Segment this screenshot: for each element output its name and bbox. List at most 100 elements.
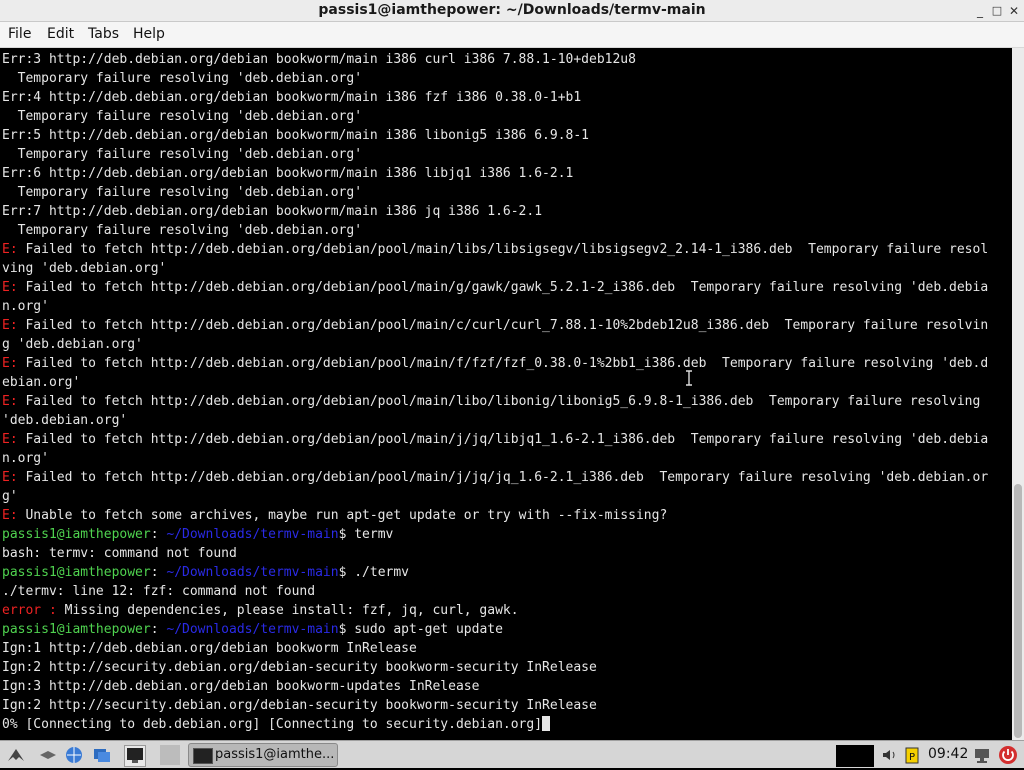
terminal-text: g' xyxy=(2,489,18,504)
terminal-text: $ sudo apt-get update xyxy=(338,622,503,637)
error-prefix: error : xyxy=(2,603,57,618)
terminal-text: 'deb.debian.org' xyxy=(2,413,128,428)
minimize-button[interactable]: _ xyxy=(972,3,988,19)
terminal-text: bash: termv: command not found xyxy=(2,546,237,561)
window-titlebar[interactable]: passis1@iamthepower: ~/Downloads/termv-m… xyxy=(0,0,1024,22)
terminal-text: Failed to fetch http://deb.debian.org/de… xyxy=(17,318,989,333)
terminal-line: g 'deb.debian.org' xyxy=(2,335,143,354)
terminal-line: Ign:2 http://security.debian.org/debian-… xyxy=(2,658,597,677)
terminal-text: Err:3 http://deb.debian.org/debian bookw… xyxy=(2,52,636,67)
terminal-text: Temporary failure resolving 'deb.debian.… xyxy=(2,223,363,238)
terminal-line: Err:3 http://deb.debian.org/debian bookw… xyxy=(2,50,636,69)
terminal-line: Err:4 http://deb.debian.org/debian bookw… xyxy=(2,88,581,107)
terminal-line: passis1@iamthepower: ~/Downloads/termv-m… xyxy=(2,525,393,544)
svg-text:P: P xyxy=(909,752,915,763)
terminal-window-icon xyxy=(193,748,213,764)
terminal-line: Temporary failure resolving 'deb.debian.… xyxy=(2,145,362,164)
prompt-user: passis1@iamthepower xyxy=(2,622,151,637)
terminal-text: $ termv xyxy=(338,527,394,542)
terminal-line: ./termv: line 12: fzf: command not found xyxy=(2,582,315,601)
menu-edit[interactable]: Edit xyxy=(47,26,74,42)
menubar: File Edit Tabs Help xyxy=(0,22,1024,48)
terminal-line: ving 'deb.debian.org' xyxy=(2,259,166,278)
terminal-line: E: Failed to fetch http://deb.debian.org… xyxy=(2,468,988,487)
scrollbar-thumb[interactable] xyxy=(1014,484,1022,738)
terminal-text: Temporary failure resolving 'deb.debian.… xyxy=(2,109,363,124)
error-prefix: E: xyxy=(2,280,18,295)
start-menu-icon[interactable] xyxy=(6,745,26,765)
taskbar-window-terminal[interactable]: passis1@iamthe... xyxy=(188,743,338,767)
taskbar: passis1@iamthe... P 09:42 xyxy=(0,740,1024,768)
terminal-text: Ign:2 http://security.debian.org/debian-… xyxy=(2,698,597,713)
terminal-text: Failed to fetch http://deb.debian.org/de… xyxy=(17,356,989,371)
terminal-line: error : Missing dependencies, please ins… xyxy=(2,601,519,620)
terminal-text: ./termv: line 12: fzf: command not found xyxy=(2,584,316,599)
terminal-output[interactable]: Err:3 http://deb.debian.org/debian bookw… xyxy=(0,48,1012,740)
terminal-line: passis1@iamthepower: ~/Downloads/termv-m… xyxy=(2,620,503,639)
window-title: passis1@iamthepower: ~/Downloads/termv-m… xyxy=(318,2,706,18)
terminal-line: bash: termv: command not found xyxy=(2,544,237,563)
terminal-text: 0% [Connecting to deb.debian.org] [Conne… xyxy=(2,717,543,732)
terminal-line: E: Failed to fetch http://deb.debian.org… xyxy=(2,278,988,297)
terminal-text: Failed to fetch http://deb.debian.org/de… xyxy=(17,394,981,409)
terminal-line: E: Unable to fetch some archives, maybe … xyxy=(2,506,667,525)
terminal-text: n.org' xyxy=(2,299,49,314)
terminal-text: Ign:1 http://deb.debian.org/debian bookw… xyxy=(2,641,417,656)
terminal-text: Failed to fetch http://deb.debian.org/de… xyxy=(17,242,989,257)
terminal-text: : xyxy=(150,527,167,542)
terminal-line: 0% [Connecting to deb.debian.org] [Conne… xyxy=(2,715,551,734)
file-manager-icon[interactable] xyxy=(92,745,112,765)
prompt-user: passis1@iamthepower xyxy=(2,565,151,580)
terminal-text: Missing dependencies, please install: fz… xyxy=(56,603,519,618)
workspace-switcher[interactable] xyxy=(160,745,180,765)
clipboard-icon[interactable]: P xyxy=(902,745,922,765)
error-prefix: E: xyxy=(2,318,18,333)
terminal-line: n.org' xyxy=(2,297,49,316)
terminal-scrollbar[interactable] xyxy=(1012,48,1024,740)
terminal-text: n.org' xyxy=(2,451,49,466)
terminal-text: : xyxy=(150,565,167,580)
terminal-text: $ ./termv xyxy=(338,565,410,580)
terminal-line: E: Failed to fetch http://deb.debian.org… xyxy=(2,316,988,335)
network-icon[interactable] xyxy=(972,745,992,765)
terminal-line: E: Failed to fetch http://deb.debian.org… xyxy=(2,354,988,373)
error-prefix: E: xyxy=(2,356,18,371)
menu-file[interactable]: File xyxy=(8,26,31,42)
show-desktop-icon[interactable] xyxy=(38,745,58,765)
terminal-line: Temporary failure resolving 'deb.debian.… xyxy=(2,221,362,240)
terminal-text: Failed to fetch http://deb.debian.org/de… xyxy=(17,280,989,295)
terminal-line: n.org' xyxy=(2,449,49,468)
terminal-text: Err:6 http://deb.debian.org/debian bookw… xyxy=(2,166,574,181)
error-prefix: E: xyxy=(2,242,18,257)
terminal-launcher-icon[interactable] xyxy=(124,745,146,767)
terminal-text: Temporary failure resolving 'deb.debian.… xyxy=(2,71,363,86)
terminal-text: Temporary failure resolving 'deb.debian.… xyxy=(2,185,363,200)
volume-icon[interactable] xyxy=(880,745,900,765)
terminal-line: Err:6 http://deb.debian.org/debian bookw… xyxy=(2,164,573,183)
menu-help[interactable]: Help xyxy=(133,26,165,42)
terminal-text: Err:5 http://deb.debian.org/debian bookw… xyxy=(2,128,589,143)
terminal-text: Unable to fetch some archives, maybe run… xyxy=(17,508,668,523)
terminal-line: Err:7 http://deb.debian.org/debian bookw… xyxy=(2,202,542,221)
maximize-button[interactable]: □ xyxy=(989,3,1005,19)
browser-icon[interactable] xyxy=(64,745,84,765)
terminal-line: ebian.org' xyxy=(2,373,80,392)
text-cursor-icon xyxy=(686,370,692,386)
clock[interactable]: 09:42 xyxy=(928,746,968,762)
terminal-line: Ign:3 http://deb.debian.org/debian bookw… xyxy=(2,677,479,696)
terminal-text: Err:4 http://deb.debian.org/debian bookw… xyxy=(2,90,582,105)
terminal-line: passis1@iamthepower: ~/Downloads/termv-m… xyxy=(2,563,409,582)
terminal-text: Failed to fetch http://deb.debian.org/de… xyxy=(17,432,989,447)
terminal-line: Temporary failure resolving 'deb.debian.… xyxy=(2,69,362,88)
error-prefix: E: xyxy=(2,508,18,523)
error-prefix: E: xyxy=(2,394,18,409)
prompt-path: ~/Downloads/termv-main xyxy=(166,622,339,637)
terminal-line: 'deb.debian.org' xyxy=(2,411,127,430)
terminal-text: g 'deb.debian.org' xyxy=(2,337,143,352)
close-button[interactable]: ✕ xyxy=(1006,3,1022,19)
menu-tabs[interactable]: Tabs xyxy=(88,26,119,42)
error-prefix: E: xyxy=(2,432,18,447)
power-icon[interactable] xyxy=(998,745,1018,765)
terminal-text: Failed to fetch http://deb.debian.org/de… xyxy=(17,470,989,485)
terminal-line: Ign:2 http://security.debian.org/debian-… xyxy=(2,696,597,715)
